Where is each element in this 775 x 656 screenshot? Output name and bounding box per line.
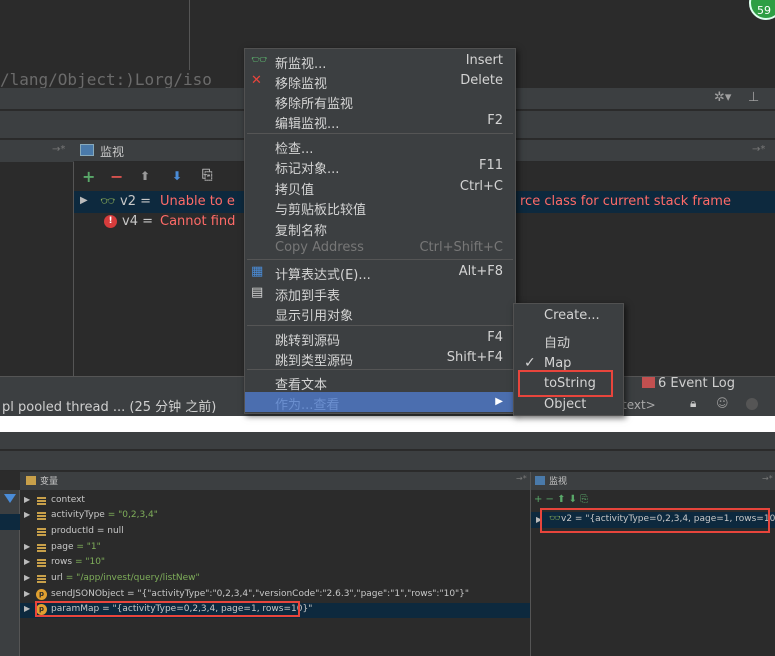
submenu-arrow-icon: ▶: [495, 396, 503, 407]
expand-arrow-icon[interactable]: ▶: [24, 495, 30, 504]
annotation-box: [518, 370, 613, 397]
filter-icon[interactable]: [4, 494, 16, 503]
watch-name[interactable]: v4 =: [122, 214, 153, 229]
field-icon: [37, 559, 46, 567]
annotation-box: [540, 508, 770, 533]
menu-separator: [247, 369, 513, 370]
menu-item-evaluate-expression[interactable]: ▦ 计算表达式(E)... Alt+F8: [245, 262, 515, 283]
event-log-button[interactable]: 6 Event Log: [642, 376, 735, 391]
variables-panel-header: [20, 472, 530, 490]
watch-glasses-icon: 👓︎: [100, 194, 116, 208]
expand-arrow-icon[interactable]: ▶: [24, 573, 30, 582]
calculator-icon: ▦: [251, 264, 264, 279]
variables-panel: [0, 140, 74, 376]
panel-pin-icon[interactable]: →*: [752, 144, 765, 155]
context-menu: 👓︎ 新监视... Insert ✕ 移除监视 Delete 移除所有监视 编辑监视…: [244, 48, 516, 414]
menu-separator: [247, 133, 513, 134]
status-text: pl pooled thread ... (25 分钟 之前): [2, 400, 217, 415]
field-icon: [37, 544, 46, 552]
watches-title: 监视: [549, 477, 568, 487]
event-log-label: 6 Event Log: [658, 376, 735, 391]
checkmark-icon: ✓: [524, 355, 536, 371]
watches-icon: [535, 476, 545, 485]
view-as-submenu: Create... 自动 ✓ Map toString Object: [513, 303, 624, 416]
variables-title: 变量: [40, 477, 59, 487]
variable-row[interactable]: productId = null: [20, 525, 530, 540]
add-to-watch-icon: ▤: [251, 285, 264, 300]
menu-item-jump-to-type-source[interactable]: 跳到类型源码 Shift+F4: [245, 348, 515, 369]
menu-item-remove-watch[interactable]: ✕ 移除监视 Delete: [245, 71, 515, 92]
remove-icon[interactable]: −: [110, 167, 123, 186]
robot-icon[interactable]: ☺: [716, 396, 729, 410]
variables-icon: [26, 476, 36, 485]
watches-icon: [80, 144, 94, 156]
variable-row[interactable]: ▶ context: [20, 494, 530, 509]
menu-item-mark-object[interactable]: 标记对象... F11: [245, 156, 515, 177]
new-watch-icon: 👓︎: [251, 53, 268, 68]
menu-item-view-as[interactable]: 作为...查看 ▶: [245, 392, 515, 413]
gutter-selection: [0, 514, 20, 530]
editor-split: [189, 0, 190, 70]
close-icon: ✕: [251, 73, 262, 88]
field-icon: [37, 528, 46, 536]
expand-arrow-icon[interactable]: ▶: [24, 557, 30, 566]
variable-row[interactable]: ▶ page = "1": [20, 541, 530, 556]
editor-code-line: /lang/Object:)Lorg/iso: [0, 70, 212, 89]
watch-name: v2 =: [120, 194, 151, 209]
submenu-item-auto[interactable]: 自动: [514, 329, 623, 351]
menu-item-remove-all-watches[interactable]: 移除所有监视: [245, 91, 515, 112]
panel-pin-icon[interactable]: →*: [762, 474, 773, 483]
menu-item-edit-watch[interactable]: 编辑监视... F2: [245, 111, 515, 132]
expand-arrow-icon[interactable]: ▶: [24, 510, 30, 519]
error-icon: !: [104, 215, 117, 228]
panel-pin-icon[interactable]: →*: [516, 474, 527, 483]
menu-separator: [247, 325, 513, 326]
tabs-strip: [0, 451, 775, 471]
menu-item-jump-to-source[interactable]: 跳转到源码 F4: [245, 328, 515, 349]
menu-item-compare-clipboard[interactable]: 与剪贴板比较值: [245, 197, 515, 218]
memory-indicator-icon[interactable]: [746, 398, 758, 410]
field-icon: [37, 512, 46, 520]
gear-icon[interactable]: ✲▾: [714, 90, 731, 105]
expand-arrow-icon[interactable]: ▶: [24, 589, 30, 598]
panel-pin-icon[interactable]: →*: [52, 144, 65, 155]
hide-icon[interactable]: ⊥: [748, 90, 759, 105]
watch-error-text: Unable to e: [160, 194, 235, 209]
menu-item-inspect[interactable]: 检查...: [245, 136, 515, 157]
expand-arrow-icon[interactable]: ▶: [24, 604, 30, 613]
variable-row[interactable]: ▶ url = "/app/invest/query/listNew": [20, 572, 530, 587]
menu-separator: [247, 259, 513, 260]
variable-row[interactable]: ▶ rows = "10": [20, 556, 530, 571]
watches-title: 监视: [100, 145, 125, 159]
field-icon: [37, 575, 46, 583]
context-hint: text>: [622, 398, 656, 412]
toolbar-strip: [0, 432, 775, 450]
menu-item-show-referring-objects[interactable]: 显示引用对象: [245, 303, 515, 324]
expand-arrow-icon[interactable]: ▶: [80, 195, 88, 206]
submenu-item-object[interactable]: Object: [514, 394, 623, 416]
annotation-box: [35, 601, 300, 617]
watches-toolbar[interactable]: + − ⬆ ⬇ ⎘: [534, 494, 588, 505]
variable-row[interactable]: ▶ activityType = "0,2,3,4": [20, 509, 530, 524]
submenu-item-create[interactable]: Create...: [514, 305, 623, 327]
field-icon: [37, 497, 46, 505]
copy-icon[interactable]: ⎘: [202, 168, 212, 183]
parameter-icon: p: [36, 589, 47, 600]
menu-item-new-watch[interactable]: 👓︎ 新监视... Insert: [245, 51, 515, 72]
menu-item-add-to-watches[interactable]: ▤ 添加到手表: [245, 283, 515, 304]
watch-error-text-tail: rce class for current stack frame: [520, 194, 731, 209]
move-up-icon[interactable]: ⬆: [140, 169, 150, 183]
move-down-icon[interactable]: ⬇: [172, 169, 182, 183]
menu-item-copy-address: Copy Address Ctrl+Shift+C: [275, 240, 503, 255]
menu-item-copy-name[interactable]: 复制名称: [245, 218, 515, 239]
watch-error-text: Cannot find: [160, 214, 236, 229]
lock-icon[interactable]: 🔒︎: [690, 396, 696, 411]
add-icon[interactable]: +: [82, 167, 95, 186]
menu-item-copy-value[interactable]: 拷贝值 Ctrl+C: [245, 177, 515, 198]
menu-item-view-text[interactable]: 查看文本: [245, 372, 515, 393]
expand-arrow-icon[interactable]: ▶: [24, 542, 30, 551]
